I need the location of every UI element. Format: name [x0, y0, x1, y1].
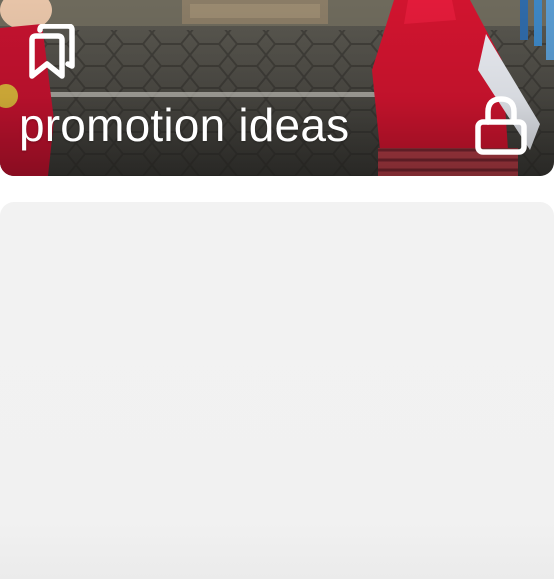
collections-page: promotion ideas	[0, 0, 554, 579]
bookmark-stack-icon	[24, 23, 78, 82]
collection-title: promotion ideas	[19, 99, 350, 151]
collection-card[interactable]: promotion ideas	[0, 0, 554, 176]
lock-icon	[472, 94, 530, 156]
empty-collection-card[interactable]	[0, 202, 554, 579]
